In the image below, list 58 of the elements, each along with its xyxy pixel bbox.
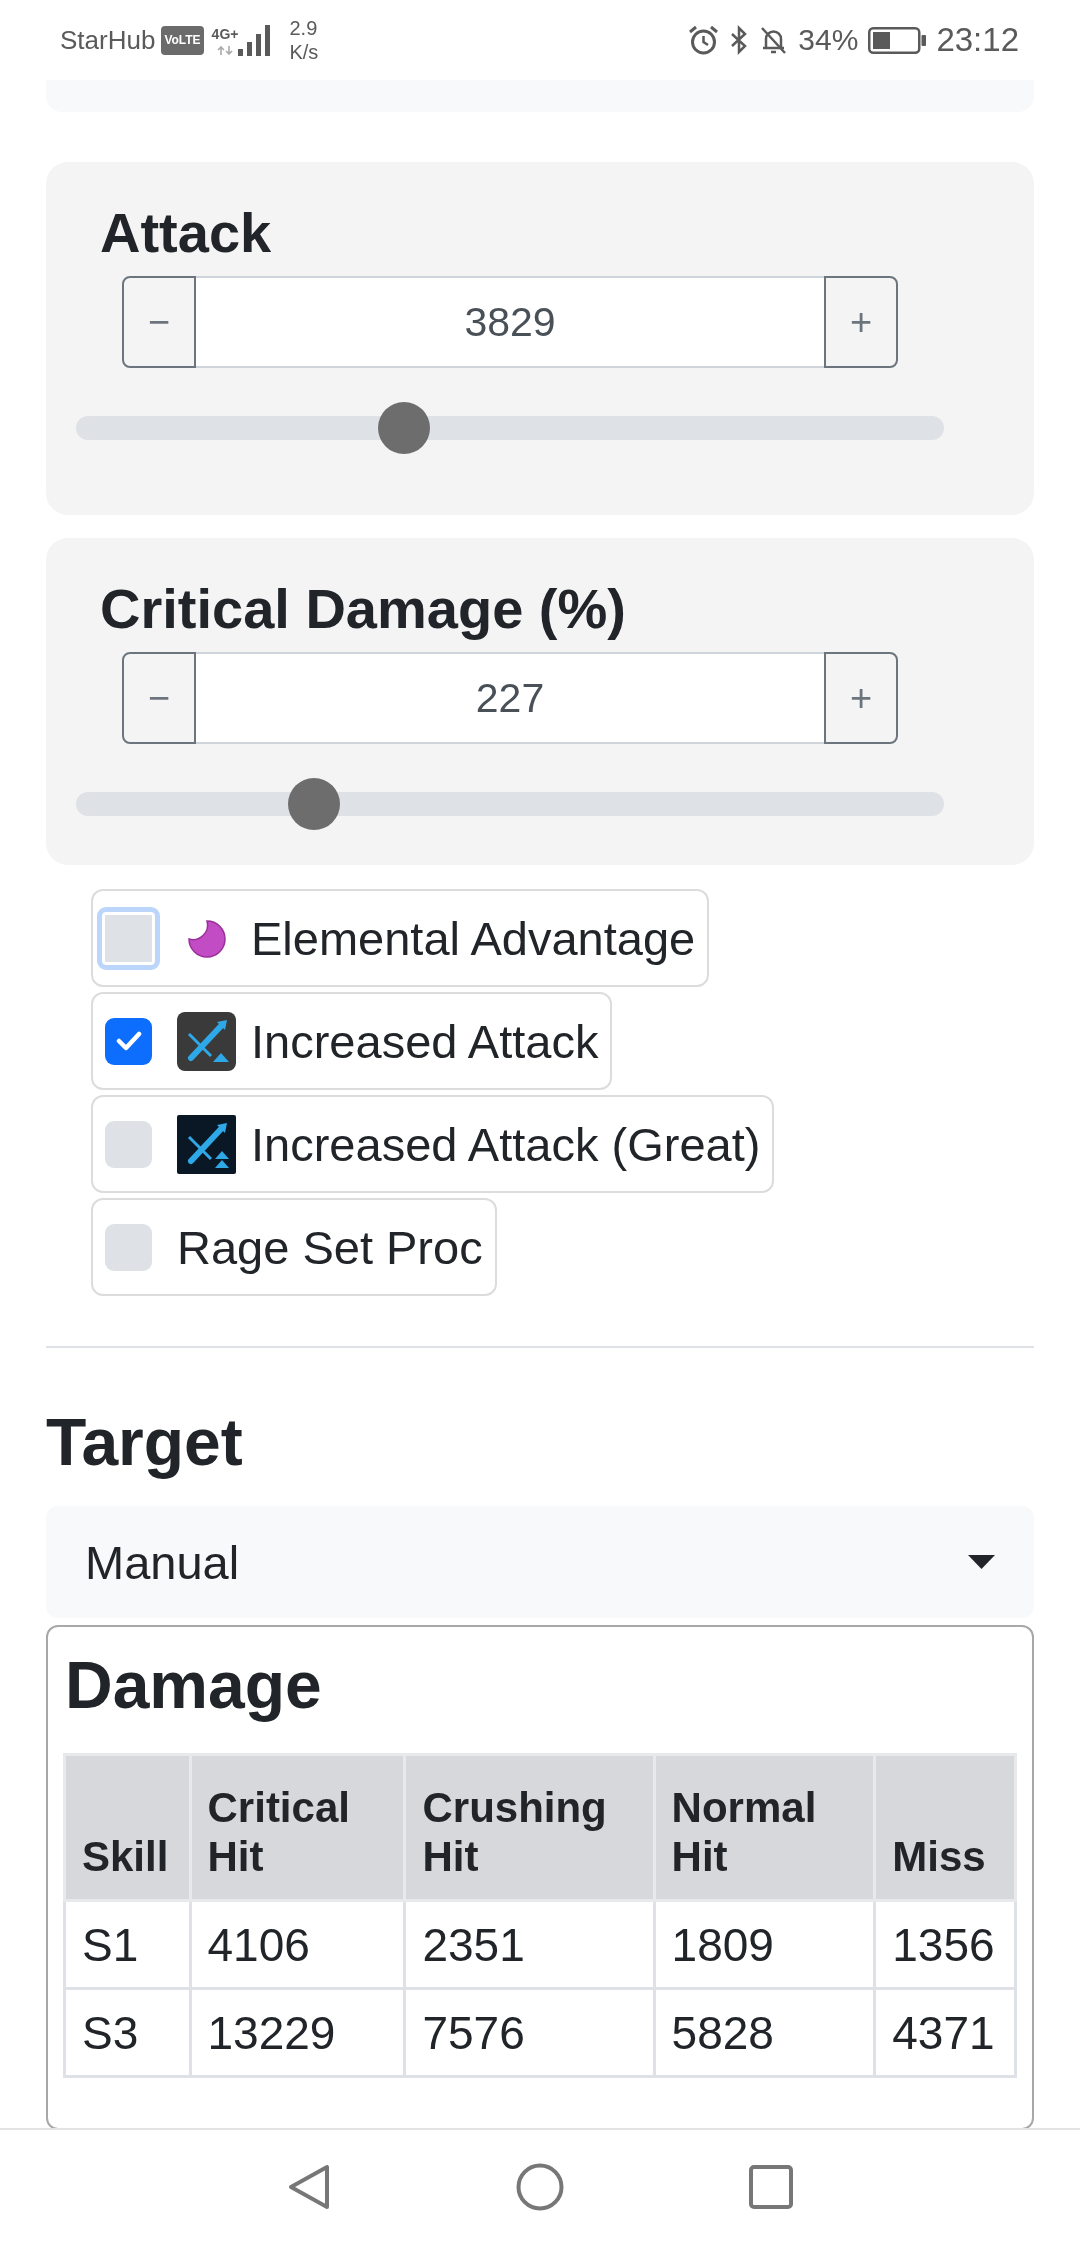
increment-button[interactable]: + [824,276,898,368]
slider-track[interactable] [76,778,944,830]
checkbox-option[interactable]: Increased Attack [91,992,613,1090]
volte-indicator: VoLTE [161,25,204,55]
home-icon[interactable] [516,2163,564,2211]
back-icon[interactable] [287,2163,331,2211]
battery-icon [868,26,927,54]
increment-button[interactable]: + [824,652,898,744]
table-cell: 5828 [654,1988,875,2077]
network-speed: 2.9 [289,16,319,40]
column-header: Skill [64,1754,191,1901]
checkmark-icon [115,1031,142,1051]
decrement-button[interactable]: − [122,652,196,744]
card-title: Damage [65,1647,323,1724]
column-header: Miss [874,1754,1016,1901]
table-cell: 7576 [404,1988,655,2077]
checkbox-option[interactable]: Increased Attack (Great) [91,1095,775,1193]
number-field[interactable]: 3829 [196,276,824,368]
table-cell: 1356 [874,1900,1016,1989]
number-field[interactable]: 227 [196,652,824,744]
table-cell: 1809 [654,1900,875,1989]
sword-buff-icon [177,1011,236,1071]
checkbox[interactable] [97,906,160,970]
checkbox-option[interactable]: Elemental Advantage [91,889,710,987]
recent-apps-icon[interactable] [749,2165,793,2209]
checkbox[interactable] [105,1120,152,1168]
target-select[interactable]: Manual [46,1506,1034,1618]
slider-thumb[interactable] [288,778,341,830]
section-heading: Target [46,1404,244,1481]
slider-track[interactable] [76,402,944,454]
clock: 23:12 [936,21,1019,59]
data-arrows-icon [217,45,234,55]
bell-off-icon [759,25,789,55]
table-cell: 4371 [874,1988,1016,2077]
table-cell: 4106 [190,1900,405,1989]
carrier-name: StarHub [60,24,156,56]
speed-unit: K/s [289,40,319,64]
decrement-button[interactable]: − [122,276,196,368]
stat-label: Critical Damage (%) [100,576,627,642]
checkbox[interactable] [105,1223,152,1271]
table-cell: S3 [64,1988,191,2077]
caret-icon [968,1555,995,1569]
table-cell: S1 [64,1900,191,1989]
signal-icon [238,24,272,56]
stat-label: Attack [100,200,273,266]
column-header: Crushing Hit [404,1754,655,1901]
crescent-moon-icon [185,917,227,959]
battery-percent: 34% [798,23,859,57]
checkbox[interactable] [105,1017,152,1065]
table-cell: 13229 [190,1988,405,2077]
column-header: Normal Hit [654,1754,875,1901]
sword-buff-icon [177,1114,236,1174]
checkbox-option[interactable]: Rage Set Proc [91,1198,497,1296]
network-type: 4G+ [211,25,239,42]
column-header: Critical Hit [190,1754,405,1901]
table-cell: 2351 [404,1900,655,1989]
slider-thumb[interactable] [377,402,430,454]
alarm-icon [688,24,720,56]
